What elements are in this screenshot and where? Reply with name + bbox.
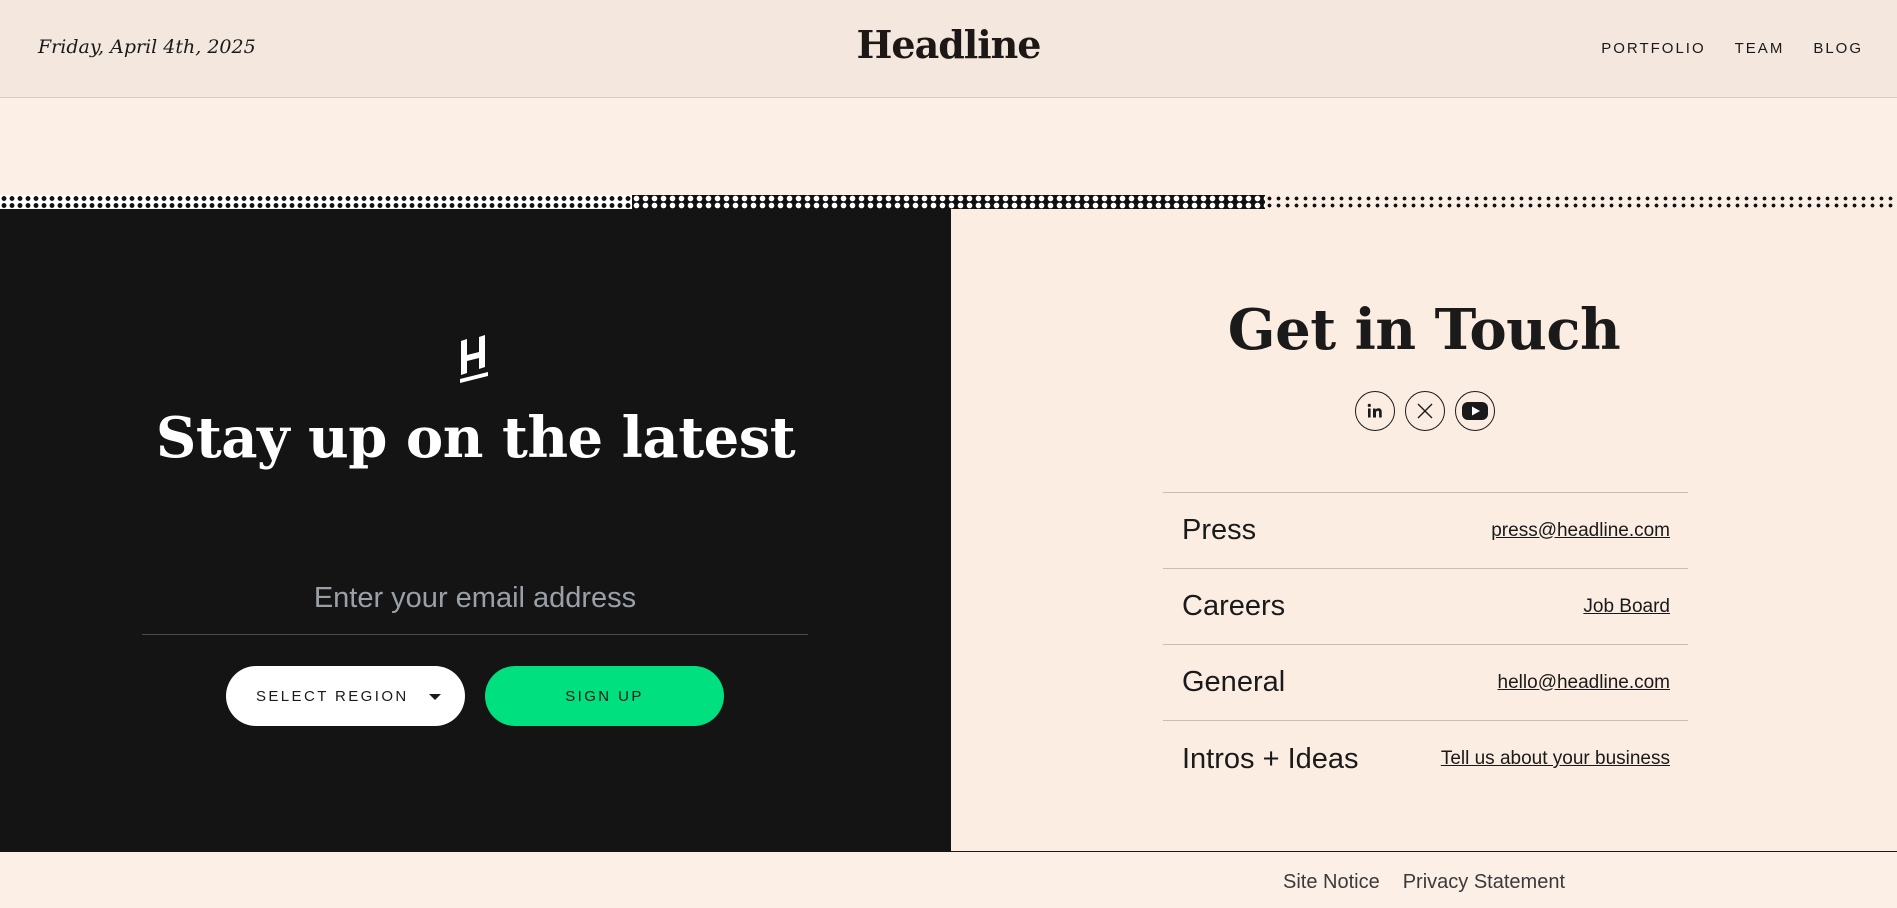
contact-row-intros: Intros + Ideas Tell us about your busine…: [1163, 721, 1688, 797]
contact-title: Get in Touch: [1227, 297, 1621, 363]
contact-label: Press: [1182, 514, 1257, 546]
chevron-down-icon: [429, 694, 441, 700]
main-nav: PORTFOLIO TEAM BLOG: [1601, 40, 1863, 57]
youtube-icon[interactable]: [1455, 391, 1495, 431]
email-input[interactable]: [142, 563, 808, 635]
business-inquiry-link[interactable]: Tell us about your business: [1441, 748, 1670, 770]
dotted-divider-segment: [0, 195, 633, 209]
h-logo-icon: [460, 335, 488, 383]
contact-label: Intros + Ideas: [1182, 742, 1359, 775]
contact-row-general: General hello@headline.com: [1163, 645, 1688, 721]
dotted-divider: [0, 195, 1897, 209]
contact-panel: Get in Touch Press press@headline.com Ca…: [951, 209, 1897, 852]
job-board-link[interactable]: Job Board: [1583, 596, 1670, 618]
header-date: Friday, April 4th, 2025: [38, 36, 256, 58]
privacy-statement-link[interactable]: Privacy Statement: [1403, 871, 1565, 894]
site-notice-link[interactable]: Site Notice: [1283, 871, 1380, 894]
press-email-link[interactable]: press@headline.com: [1491, 520, 1670, 542]
site-footer: Site Notice Privacy Statement: [0, 852, 1897, 908]
contact-label: General: [1182, 666, 1286, 698]
nav-portfolio[interactable]: PORTFOLIO: [1601, 40, 1705, 57]
footer-links: Site Notice Privacy Statement: [1283, 871, 1565, 894]
contact-list: Press press@headline.com Careers Job Boa…: [1163, 492, 1688, 797]
brand-logo[interactable]: Headline: [857, 22, 1042, 67]
dotted-divider-segment: [632, 195, 1265, 209]
dotted-divider-segment: [1264, 195, 1897, 209]
nav-team[interactable]: TEAM: [1735, 40, 1785, 57]
newsletter-title: Stay up on the latest: [155, 405, 796, 471]
contact-label: Careers: [1182, 590, 1286, 622]
x-icon[interactable]: [1405, 391, 1445, 431]
contact-row-press: Press press@headline.com: [1163, 493, 1688, 569]
region-select-label: SELECT REGION: [256, 687, 409, 705]
general-email-link[interactable]: hello@headline.com: [1498, 672, 1670, 694]
region-select[interactable]: SELECT REGION: [226, 666, 465, 726]
social-links: [1355, 391, 1495, 431]
linkedin-icon[interactable]: [1355, 391, 1395, 431]
signup-button[interactable]: SIGN UP: [485, 666, 724, 726]
nav-blog[interactable]: BLOG: [1813, 40, 1863, 57]
contact-row-careers: Careers Job Board: [1163, 569, 1688, 645]
site-header: Friday, April 4th, 2025 Headline PORTFOL…: [0, 0, 1897, 98]
newsletter-panel: Stay up on the latest SELECT REGION SIGN…: [0, 209, 951, 852]
